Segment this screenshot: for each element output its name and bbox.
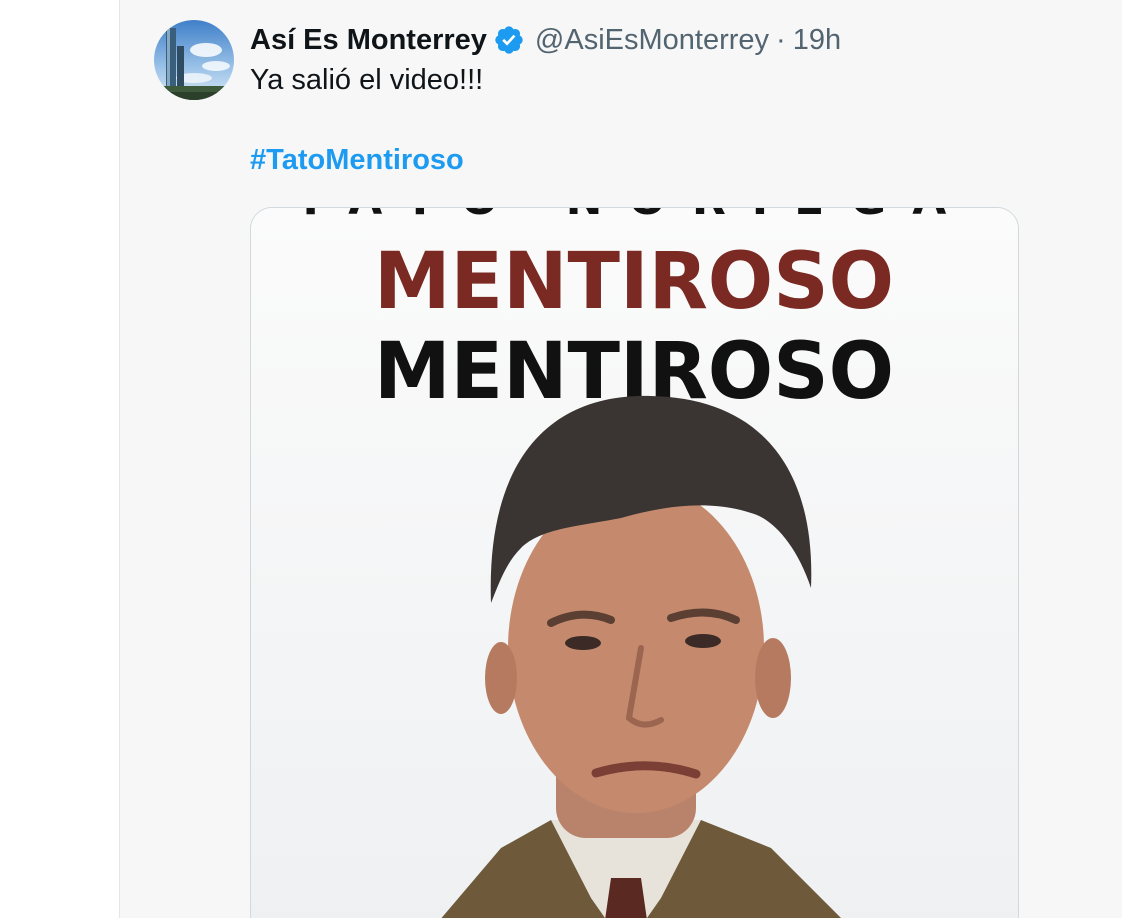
video-thumbnail: TATO NORIEGA MENTIROSO MENTIROSO [251, 208, 1018, 918]
verified-badge-icon [493, 24, 525, 56]
tweet-header: Así Es Monterrey @AsiEsMonterrey · 19h [250, 20, 841, 60]
tweet[interactable]: Así Es Monterrey @AsiEsMonterrey · 19h Y… [120, 0, 1122, 918]
page: Así Es Monterrey @AsiEsMonterrey · 19h Y… [0, 0, 1122, 918]
media-video[interactable]: TATO NORIEGA MENTIROSO MENTIROSO [250, 207, 1019, 918]
feed-column: Así Es Monterrey @AsiEsMonterrey · 19h Y… [119, 0, 1122, 918]
timestamp[interactable]: 19h [793, 24, 841, 57]
handle[interactable]: @AsiEsMonterrey [535, 24, 769, 57]
hashtag-link[interactable]: #TatoMentiroso [250, 144, 464, 177]
avatar-image [154, 20, 234, 100]
cover-title-red: MENTIROSO [374, 237, 894, 327]
separator-dot: · [776, 23, 786, 56]
display-name[interactable]: Así Es Monterrey [250, 24, 487, 57]
tweet-text: Ya salió el video!!! [250, 64, 484, 96]
cover-top-text: TATO NORIEGA [296, 208, 973, 225]
avatar[interactable] [154, 20, 234, 100]
